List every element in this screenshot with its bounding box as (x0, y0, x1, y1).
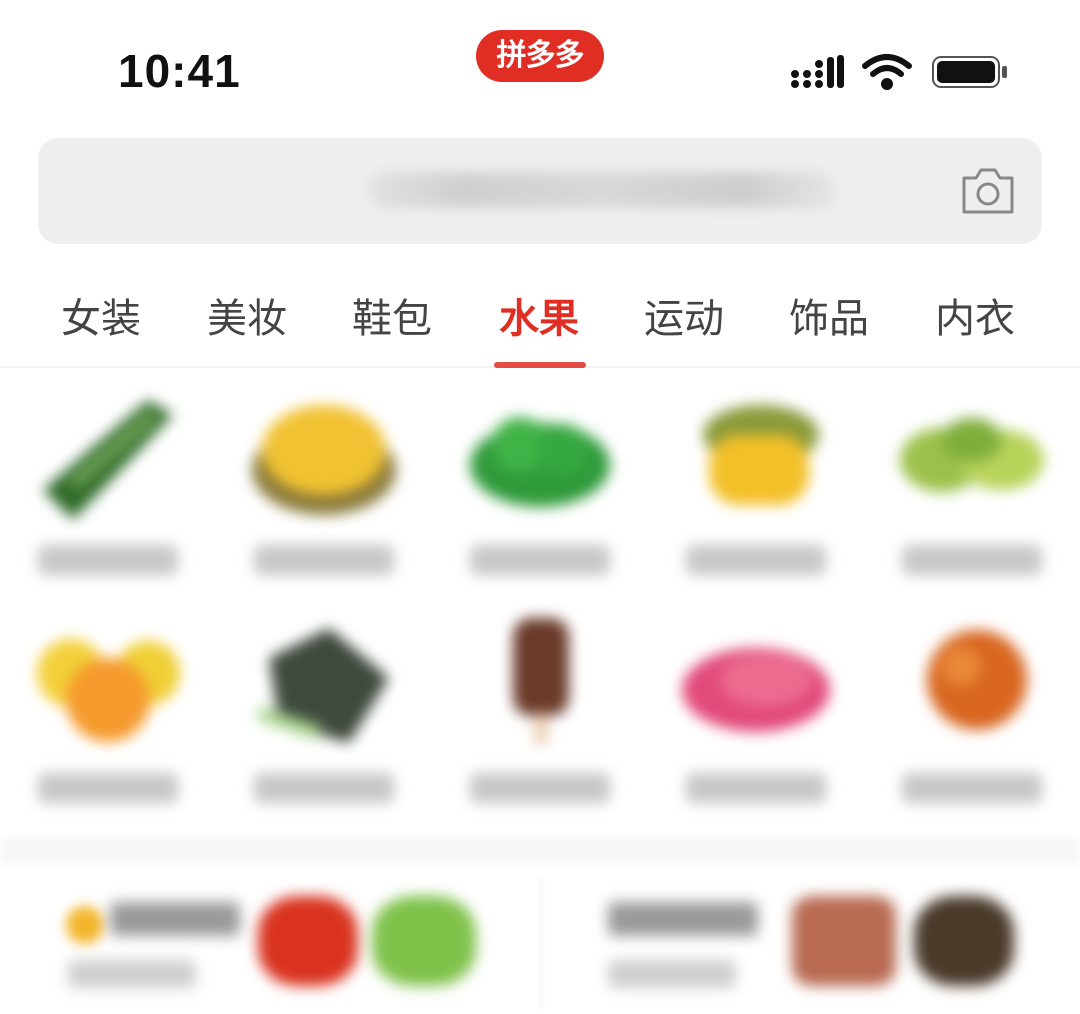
battery-icon (932, 56, 1007, 88)
section-divider (0, 838, 1080, 864)
promo-card-left[interactable] (0, 868, 540, 1014)
grid-item-label (902, 545, 1042, 575)
promo-card-subtitle (68, 960, 196, 988)
grid-item-label (470, 545, 610, 575)
red-meat-image (682, 648, 830, 732)
wifi-icon (862, 54, 912, 90)
active-tab-indicator (494, 362, 586, 368)
grid-item-label (254, 773, 394, 803)
cucumber-image (43, 400, 173, 520)
grid-item-citrus[interactable] (0, 608, 216, 824)
grid-item-green-vegetables[interactable] (432, 380, 648, 596)
grid-item-orange-fruit[interactable] (864, 608, 1080, 824)
promo-card-subtitle (608, 960, 736, 988)
tab-accessories[interactable]: 饰品 (774, 286, 884, 344)
promo-card-title (110, 902, 240, 936)
meat-slices-image (792, 896, 896, 986)
citrus-image (37, 639, 180, 742)
green-fruit-image (372, 896, 476, 986)
grid-item-ice-bar[interactable] (432, 608, 648, 824)
orange-fruit-image (927, 630, 1027, 730)
camera-icon[interactable] (960, 164, 1016, 216)
ice-bar-image (513, 618, 569, 745)
dish-bowl-image (914, 896, 1014, 986)
grid-item-cucumber[interactable] (0, 380, 216, 596)
tab-shoes-bags[interactable]: 鞋包 (337, 286, 447, 344)
grid-item-red-meat[interactable] (648, 608, 864, 824)
grid-item-label (254, 545, 394, 575)
grid-item-label (686, 545, 826, 575)
brand-logo: 拼多多 (476, 30, 604, 82)
search-placeholder (368, 172, 838, 208)
yellow-fruit-image (703, 405, 819, 505)
grid-item-label (38, 773, 178, 803)
grid-item-green-fruit[interactable] (864, 380, 1080, 596)
cellular-signal-icon (791, 55, 844, 88)
tab-underwear[interactable]: 内衣 (920, 286, 1030, 344)
grid-item-label (686, 773, 826, 803)
tab-beauty[interactable]: 美妆 (192, 286, 302, 344)
grid-item-dark-greens[interactable] (216, 608, 432, 824)
red-fruit-image (258, 896, 358, 986)
tab-fruit[interactable]: 水果 (484, 286, 594, 344)
status-time: 10:41 (118, 45, 241, 97)
search-bar[interactable] (38, 138, 1042, 244)
tab-women-clothing[interactable]: 女装 (46, 286, 156, 344)
promo-card-title (608, 902, 758, 936)
grid-item-label (38, 545, 178, 575)
grid-item-melon[interactable] (216, 380, 432, 596)
green-fruit-image (900, 418, 1044, 492)
status-bar: 10:41 拼多多 (0, 0, 1080, 130)
green-vegetables-image (470, 417, 610, 507)
grid-item-label (470, 773, 610, 803)
promo-card-right[interactable] (540, 868, 1080, 1014)
dark-greens-image (256, 628, 389, 743)
flame-icon (66, 906, 104, 944)
category-tabs: 女装 美妆 鞋包 水果 运动 饰品 内衣 (0, 270, 1080, 368)
category-grid (0, 380, 1080, 840)
tab-sports[interactable]: 运动 (629, 286, 739, 344)
promo-cards (0, 868, 1080, 1014)
melon-image (252, 405, 396, 515)
grid-item-yellow-fruit[interactable] (648, 380, 864, 596)
grid-item-label (902, 773, 1042, 803)
